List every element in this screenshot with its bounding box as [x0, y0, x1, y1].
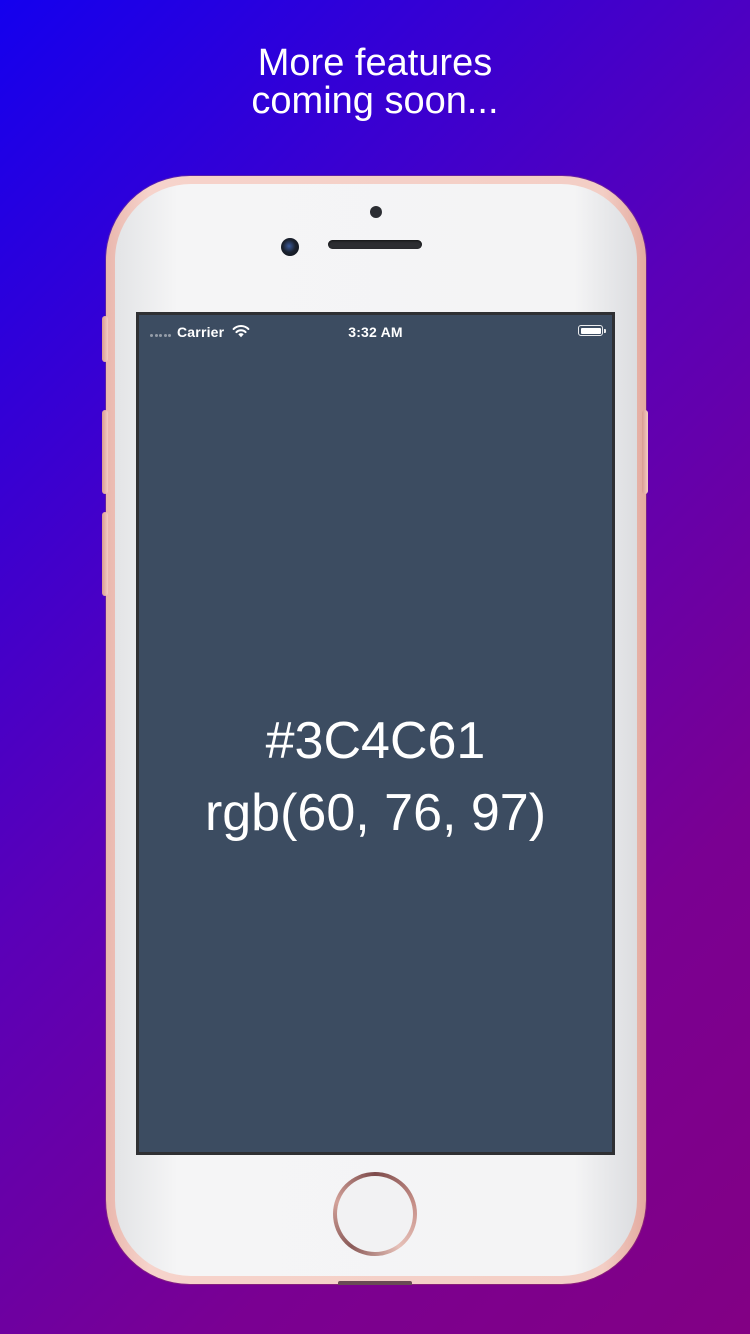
promo-line-2: coming soon... [251, 80, 499, 122]
home-button-face [337, 1176, 413, 1252]
promo-line-1: More features [257, 42, 493, 84]
phone-screen: Carrier 3:32 AM #3C4C61 rgb(60, 76, 97) [136, 312, 615, 1155]
status-bar: Carrier 3:32 AM [139, 315, 612, 345]
front-camera-icon [281, 238, 299, 256]
volume-down-button [102, 512, 108, 596]
home-button[interactable] [333, 1172, 417, 1256]
bottom-edge-detail [338, 1281, 412, 1285]
status-time: 3:32 AM [348, 324, 403, 340]
rgb-value: rgb(60, 76, 97) [204, 784, 547, 842]
color-screen: Carrier 3:32 AM #3C4C61 rgb(60, 76, 97) [139, 315, 612, 1152]
earpiece-speaker-icon [328, 240, 422, 249]
promo-headline: More features coming soon... [0, 44, 750, 120]
proximity-sensor-icon [370, 206, 382, 218]
mute-switch [102, 316, 108, 362]
battery-icon [578, 325, 606, 336]
volume-up-button [102, 410, 108, 494]
hex-value: #3C4C61 [265, 712, 486, 770]
power-button [642, 410, 648, 494]
battery-fill [580, 327, 601, 334]
color-info: #3C4C61 rgb(60, 76, 97) [139, 705, 612, 849]
